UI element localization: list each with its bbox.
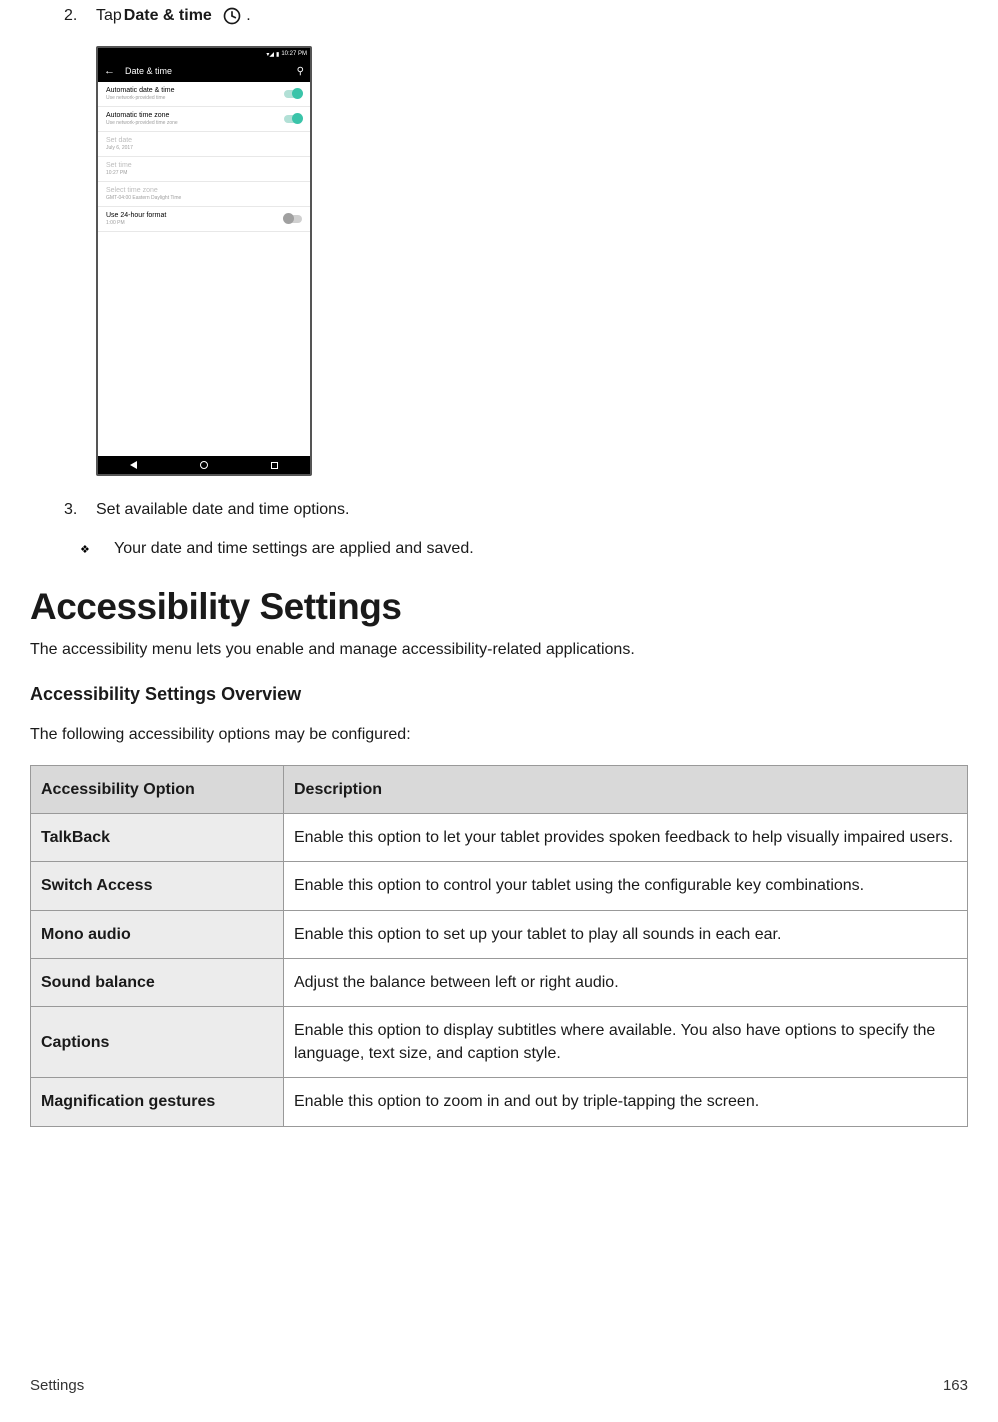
phone-row-title: Automatic time zone [106, 112, 284, 119]
intro-paragraph: The accessibility menu lets you enable a… [30, 638, 968, 662]
phone-row-sub: Use network-provided time zone [106, 120, 284, 126]
table-row: Captions Enable this option to display s… [31, 1006, 968, 1077]
table-header-description: Description [283, 766, 967, 814]
phone-row: Automatic time zone Use network-provided… [98, 107, 310, 132]
heading-accessibility-settings: Accessibility Settings [30, 586, 968, 628]
phone-row: Set date July 6, 2017 [98, 132, 310, 157]
nav-back-icon [130, 461, 137, 469]
option-desc: Enable this option to let your tablet pr… [283, 814, 967, 862]
diamond-bullet-icon: ❖ [80, 543, 114, 556]
search-icon: ⚲ [297, 66, 304, 77]
table-row: Sound balance Adjust the balance between… [31, 958, 968, 1006]
phone-row-title: Use 24-hour format [106, 212, 284, 219]
subheading-overview: Accessibility Settings Overview [30, 684, 968, 705]
app-header-title: Date & time [125, 66, 287, 76]
phone-row-title: Set time [106, 162, 302, 169]
phone-screenshot: ▾◢ ▮ 10:27 PM ← Date & time ⚲ Automatic … [96, 46, 968, 476]
nav-recent-icon [271, 462, 278, 469]
step-body: Tap Date & time . [96, 4, 251, 28]
note-row: ❖ Your date and time settings are applie… [80, 540, 968, 558]
option-desc: Enable this option to display subtitles … [283, 1006, 967, 1077]
status-time: 10:27 PM [281, 51, 307, 57]
table-header-option: Accessibility Option [31, 766, 284, 814]
step-number: 2. [64, 4, 96, 28]
phone-navbar [98, 456, 310, 474]
phone-body: Automatic date & time Use network-provid… [98, 82, 310, 456]
phone-row-sub: July 6, 2017 [106, 145, 302, 151]
phone-row-sub: GMT-04:00 Eastern Daylight Time [106, 195, 302, 201]
table-row: Switch Access Enable this option to cont… [31, 862, 968, 910]
phone-row-sub: 10:27 PM [106, 170, 302, 176]
phone-row-sub: 1:00 PM [106, 220, 284, 226]
battery-icon: ▮ [276, 51, 279, 58]
phone-row-title: Set date [106, 137, 302, 144]
option-name: Sound balance [31, 958, 284, 1006]
option-desc: Enable this option to zoom in and out by… [283, 1078, 967, 1126]
phone-row-title: Automatic date & time [106, 87, 284, 94]
step-text-prefix: Tap [96, 4, 122, 28]
phone-row-title: Select time zone [106, 187, 302, 194]
table-header-row: Accessibility Option Description [31, 766, 968, 814]
step-text-bold: Date & time [124, 4, 212, 28]
phone-row: Set time 10:27 PM [98, 157, 310, 182]
phone-row: Use 24-hour format 1:00 PM [98, 207, 310, 232]
note-text: Your date and time settings are applied … [114, 540, 474, 558]
option-name: Switch Access [31, 862, 284, 910]
phone-row: Select time zone GMT-04:00 Eastern Dayli… [98, 182, 310, 207]
option-desc: Adjust the balance between left or right… [283, 958, 967, 1006]
step-3: 3. Set available date and time options. [64, 498, 968, 522]
option-name: Captions [31, 1006, 284, 1077]
step-text: Set available date and time options. [96, 498, 350, 522]
option-name: TalkBack [31, 814, 284, 862]
step-number: 3. [64, 498, 96, 522]
step-2: 2. Tap Date & time . [64, 4, 968, 28]
signal-icon: ▾◢ [266, 51, 274, 58]
option-name: Mono audio [31, 910, 284, 958]
step-text-suffix: . [246, 4, 250, 28]
page-footer: Settings 163 [30, 1377, 968, 1394]
accessibility-options-table: Accessibility Option Description TalkBac… [30, 765, 968, 1127]
table-row: TalkBack Enable this option to let your … [31, 814, 968, 862]
footer-page-number: 163 [943, 1377, 968, 1394]
phone-statusbar: ▾◢ ▮ 10:27 PM [98, 48, 310, 60]
toggle-on-icon [284, 90, 302, 98]
toggle-off-icon [284, 215, 302, 223]
phone-row: Automatic date & time Use network-provid… [98, 82, 310, 107]
nav-home-icon [200, 461, 208, 469]
lead-paragraph: The following accessibility options may … [30, 723, 968, 747]
back-icon: ← [104, 65, 115, 77]
table-row: Mono audio Enable this option to set up … [31, 910, 968, 958]
footer-section: Settings [30, 1377, 84, 1394]
clock-icon [222, 6, 242, 26]
option-desc: Enable this option to set up your tablet… [283, 910, 967, 958]
table-row: Magnification gestures Enable this optio… [31, 1078, 968, 1126]
toggle-on-icon [284, 115, 302, 123]
phone-row-sub: Use network-provided time [106, 95, 284, 101]
phone-app-header: ← Date & time ⚲ [98, 60, 310, 82]
option-desc: Enable this option to control your table… [283, 862, 967, 910]
option-name: Magnification gestures [31, 1078, 284, 1126]
